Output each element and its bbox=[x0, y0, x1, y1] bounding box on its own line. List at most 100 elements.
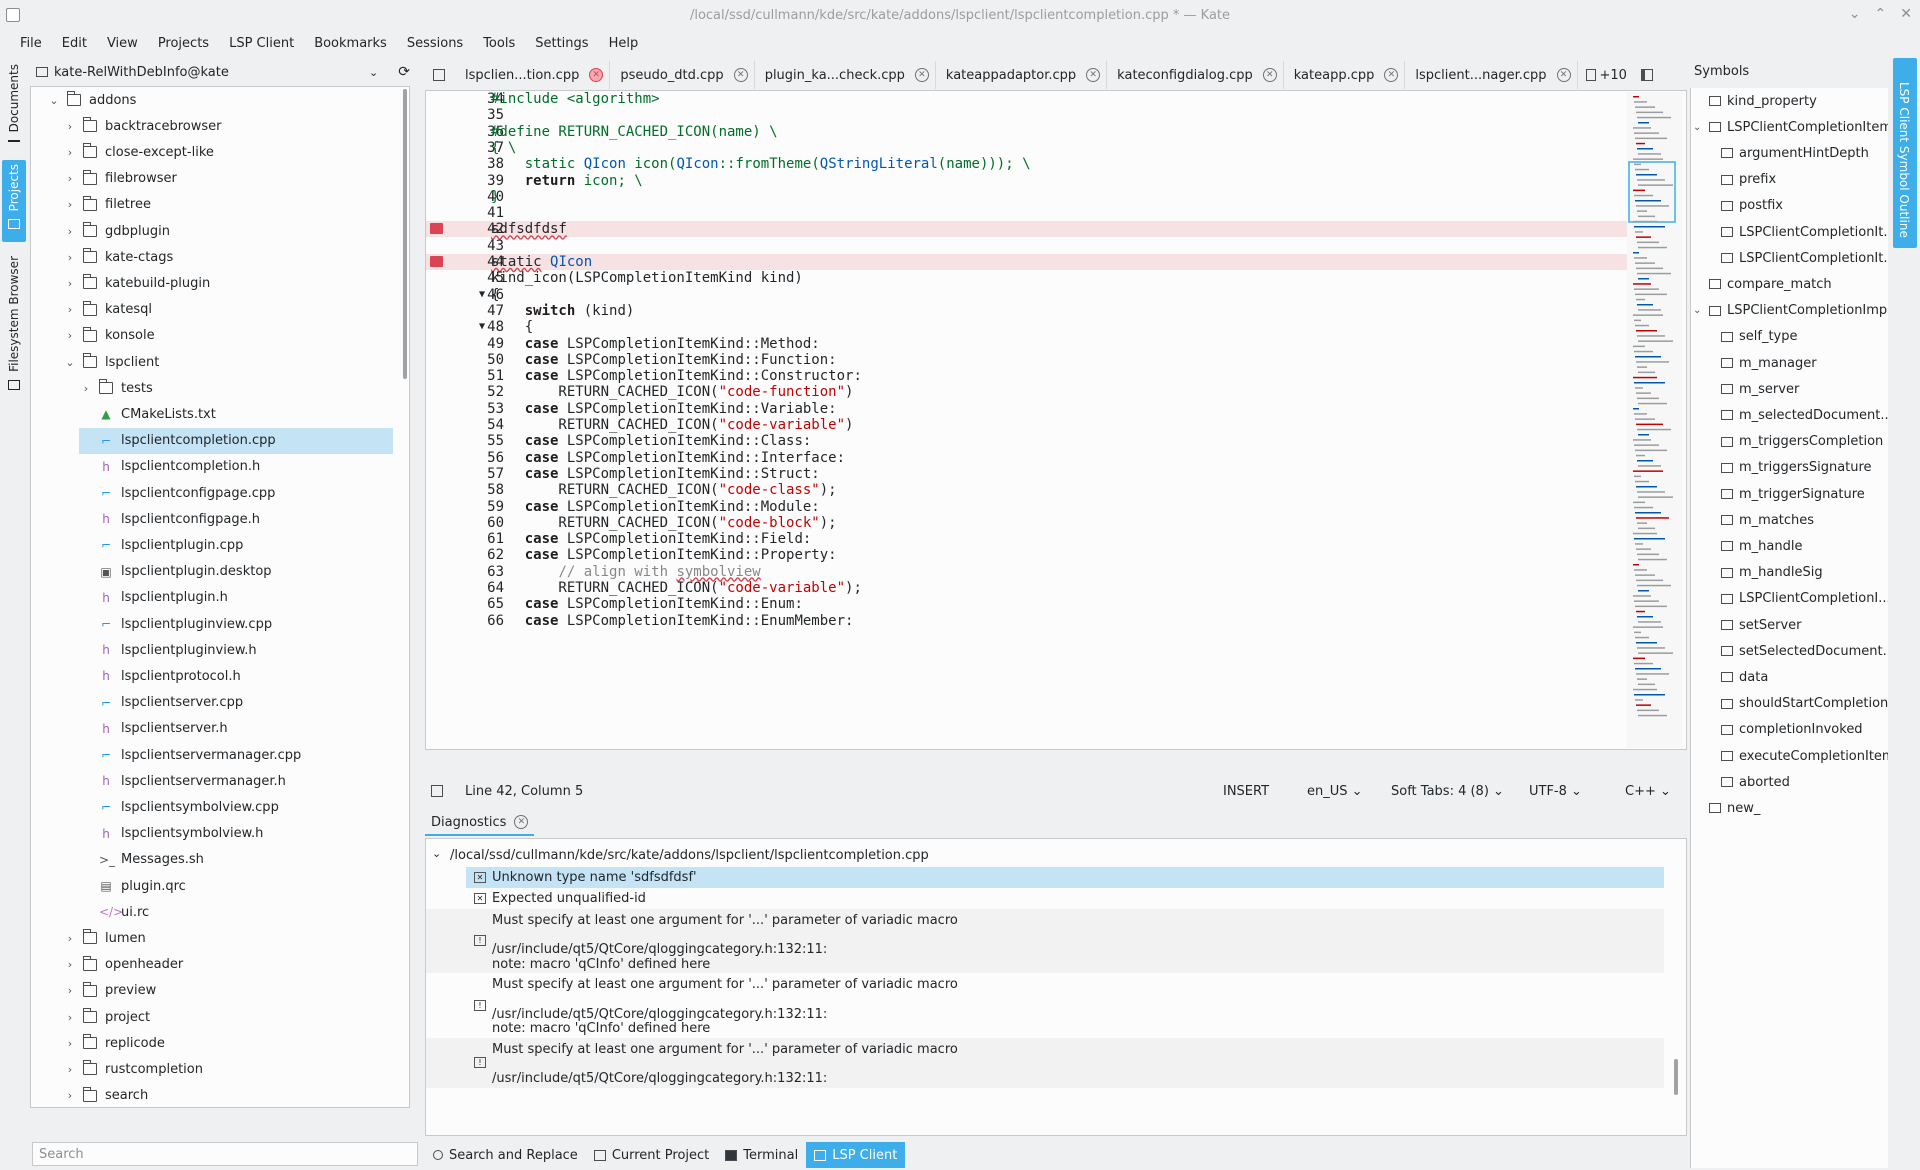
tree-file[interactable]: ⌐ lspclientsymbolview.cpp bbox=[79, 794, 393, 820]
code-line[interactable]: 41 bbox=[426, 205, 1629, 221]
tree-file[interactable]: h lspclientconfigpage.h bbox=[79, 506, 393, 532]
code-line[interactable]: 42 sdfsdfdsf bbox=[426, 221, 1629, 238]
code-line[interactable]: 37{ \ bbox=[426, 140, 1629, 156]
fold-toggle-icon[interactable]: ▼ bbox=[479, 319, 485, 335]
code-line[interactable]: 39 return icon; \ bbox=[426, 173, 1629, 189]
menu-lsp-client[interactable]: LSP Client bbox=[219, 36, 304, 51]
encoding-selector[interactable]: UTF-8 ⌄ bbox=[1529, 784, 1582, 799]
menu-help[interactable]: Help bbox=[599, 36, 649, 51]
chevron-right-icon[interactable]: › bbox=[63, 225, 77, 238]
cursor-position[interactable]: Line 42, Column 5 bbox=[465, 784, 583, 799]
chevron-right-icon[interactable]: › bbox=[79, 382, 93, 395]
tree-folder[interactable]: › rustcompletion bbox=[63, 1056, 393, 1082]
code-line[interactable]: 64 RETURN_CACHED_ICON("code-variable"); bbox=[426, 580, 1629, 596]
tree-file[interactable]: h lspclientsymbolview.h bbox=[79, 821, 393, 847]
symbol-item[interactable]: m_triggerSignature bbox=[1705, 481, 1865, 507]
split-view-icon[interactable] bbox=[1640, 69, 1653, 81]
code-line[interactable]: 56 case LSPCompletionItemKind::Interface… bbox=[426, 450, 1629, 466]
close-tab-icon[interactable]: ✕ bbox=[1384, 68, 1399, 82]
tree-file[interactable]: h lspclientprotocol.h bbox=[79, 663, 393, 689]
tree-folder[interactable]: › kate-ctags bbox=[63, 244, 393, 270]
tab-lsp-symbol-outline[interactable]: LSP Client Symbol Outline bbox=[1893, 58, 1917, 248]
chevron-right-icon[interactable]: › bbox=[63, 198, 77, 211]
maximize-button[interactable]: ⌃ bbox=[1875, 6, 1887, 22]
tab-documents[interactable]: Documents bbox=[2, 60, 26, 143]
code-line[interactable]: 57 case LSPCompletionItemKind::Struct: bbox=[426, 466, 1629, 482]
menu-edit[interactable]: Edit bbox=[52, 36, 97, 51]
tree-file[interactable]: ⌐ lspclientserver.cpp bbox=[79, 690, 393, 716]
tree-file[interactable]: h lspclientplugin.h bbox=[79, 585, 393, 611]
tree-file[interactable]: h lspclientservermanager.h bbox=[79, 768, 393, 794]
close-tab-icon[interactable]: ✕ bbox=[1086, 68, 1101, 82]
symbol-item[interactable]: argumentHintDepth bbox=[1705, 140, 1869, 166]
code-line[interactable]: 62 case LSPCompletionItemKind::Property: bbox=[426, 547, 1629, 563]
close-icon[interactable]: ✕ bbox=[514, 815, 529, 829]
tree-folder[interactable]: › close-except-like bbox=[63, 139, 393, 165]
tree-folder[interactable]: › katesql bbox=[63, 297, 393, 323]
chevron-right-icon[interactable]: › bbox=[63, 984, 77, 997]
code-line[interactable]: 44 static QIcon bbox=[426, 254, 1629, 270]
tree-folder[interactable]: › openheader bbox=[63, 952, 393, 978]
tree-file[interactable]: ▣ lspclientplugin.desktop bbox=[79, 559, 393, 585]
chevron-right-icon[interactable]: › bbox=[63, 277, 77, 290]
chevron-right-icon[interactable]: › bbox=[63, 932, 77, 945]
close-tab-icon[interactable]: ✕ bbox=[1262, 68, 1277, 82]
reload-icon[interactable]: ⟳ bbox=[398, 64, 410, 80]
symbol-item[interactable]: m_handleSig bbox=[1705, 560, 1823, 586]
close-tab-icon[interactable]: ✕ bbox=[1556, 68, 1571, 82]
chevron-down-icon[interactable]: ⌄ bbox=[47, 94, 61, 107]
menu-settings[interactable]: Settings bbox=[525, 36, 598, 51]
tree-scrollbar[interactable] bbox=[403, 89, 407, 379]
search-input[interactable]: Search bbox=[32, 1142, 418, 1166]
code-line[interactable]: 52 RETURN_CACHED_ICON("code-function") bbox=[426, 384, 1629, 400]
tree-folder[interactable]: › konsole bbox=[63, 323, 393, 349]
tree-folder[interactable]: › gdbplugin bbox=[63, 218, 393, 244]
tree-file[interactable]: ⌐ lspclientplugin.cpp bbox=[79, 532, 393, 558]
error-marker-icon[interactable] bbox=[430, 256, 443, 267]
code-line[interactable]: 48 ▼ { bbox=[426, 319, 1629, 335]
close-button[interactable]: ✕ bbox=[1900, 6, 1912, 22]
code-line[interactable]: 40} bbox=[426, 189, 1629, 205]
tree-file[interactable]: h lspclientpluginview.h bbox=[79, 637, 393, 663]
chevron-right-icon[interactable]: › bbox=[63, 1063, 77, 1076]
code-line[interactable]: 49 case LSPCompletionItemKind::Method: bbox=[426, 336, 1629, 352]
menu-file[interactable]: File bbox=[10, 36, 52, 51]
chevron-right-icon[interactable]: › bbox=[63, 120, 77, 133]
symbol-item[interactable]: m_triggersCompletion bbox=[1705, 429, 1883, 455]
tab-projects[interactable]: Projects bbox=[2, 160, 26, 242]
dictionary-selector[interactable]: en_US ⌄ bbox=[1307, 784, 1363, 799]
tree-file[interactable]: ⌐ lspclientpluginview.cpp bbox=[79, 611, 393, 637]
chevron-right-icon[interactable]: › bbox=[63, 251, 77, 264]
chevron-right-icon[interactable]: › bbox=[63, 958, 77, 971]
tree-file[interactable]: ⌐ lspclientconfigpage.cpp bbox=[79, 480, 393, 506]
code-line[interactable]: 45 kind_icon(LSPCompletionItemKind kind) bbox=[426, 270, 1629, 286]
menu-tools[interactable]: Tools bbox=[473, 36, 525, 51]
code-line[interactable]: 46 ▼{ bbox=[426, 287, 1629, 303]
tree-folder[interactable]: › preview bbox=[63, 978, 393, 1004]
tree-folder[interactable]: › filebrowser bbox=[63, 166, 393, 192]
code-line[interactable]: 38 static QIcon icon(QIcon::fromTheme(QS… bbox=[426, 156, 1629, 172]
save-icon[interactable] bbox=[431, 785, 443, 797]
tab-current-project[interactable]: Current Project bbox=[586, 1142, 717, 1168]
symbol-item[interactable]: m_triggersSignature bbox=[1705, 455, 1872, 481]
code-line[interactable]: 55 case LSPCompletionItemKind::Class: bbox=[426, 433, 1629, 449]
more-tabs-button[interactable]: +10 bbox=[1578, 68, 1635, 83]
fold-toggle-icon[interactable]: ▼ bbox=[479, 287, 485, 303]
editor-tab[interactable]: plugin_ka...check.cpp ✕ bbox=[755, 61, 936, 89]
menu-bookmarks[interactable]: Bookmarks bbox=[304, 36, 397, 51]
close-tab-icon[interactable]: ✕ bbox=[733, 68, 748, 82]
chevron-down-icon[interactable]: ⌄ bbox=[1693, 122, 1705, 133]
chevron-down-icon[interactable]: ⌄ bbox=[63, 356, 77, 369]
tree-file[interactable]: h lspclientserver.h bbox=[79, 716, 393, 742]
close-tab-icon[interactable]: ✕ bbox=[589, 68, 604, 82]
chevron-right-icon[interactable]: › bbox=[63, 329, 77, 342]
minimap[interactable] bbox=[1627, 92, 1683, 748]
editor-tab[interactable]: kateapp.cpp ✕ bbox=[1284, 61, 1406, 89]
tree-folder[interactable]: › tests bbox=[79, 375, 393, 401]
symbol-item[interactable]: compare_match bbox=[1693, 271, 1832, 297]
symbol-item[interactable]: m_manager bbox=[1705, 350, 1817, 376]
symbol-item[interactable]: LSPClientCompletionI... bbox=[1705, 586, 1888, 612]
menu-projects[interactable]: Projects bbox=[148, 36, 219, 51]
diagnostic-item[interactable]: ✕ Unknown type name 'sdfsdfdsf' bbox=[466, 867, 1664, 888]
chevron-right-icon[interactable]: › bbox=[63, 1089, 77, 1102]
